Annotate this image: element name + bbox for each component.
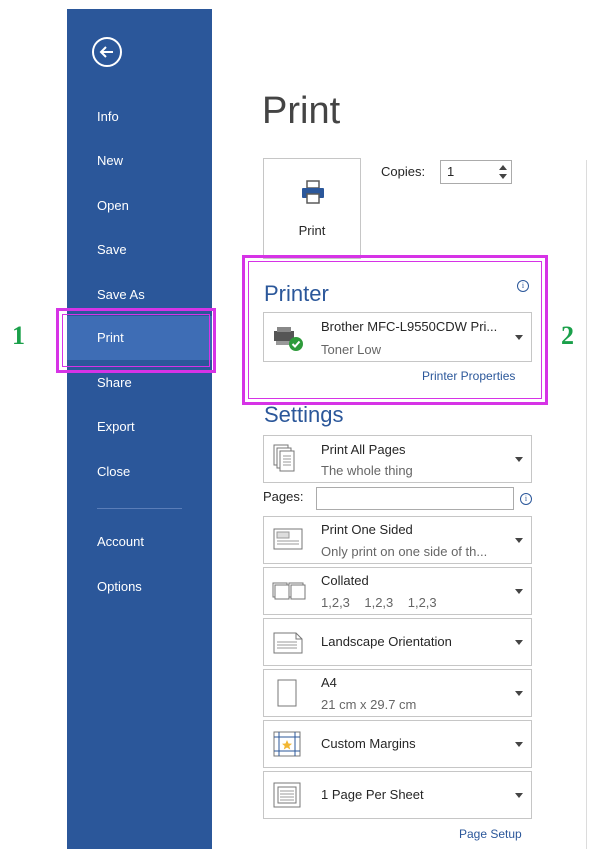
page-per-sheet-icon	[273, 782, 301, 808]
chevron-down-icon	[515, 457, 523, 462]
paper-size-title: A4	[321, 675, 337, 690]
print-range-title: Print All Pages	[321, 442, 406, 457]
pages-label: Pages:	[263, 489, 304, 504]
printer-ready-icon	[274, 327, 303, 351]
print-button[interactable]: Print	[263, 158, 361, 259]
callout-number-1: 1	[12, 321, 25, 350]
pages-per-sheet-dropdown[interactable]: 1 Page Per Sheet	[263, 771, 532, 819]
copies-value: 1	[447, 164, 455, 179]
pages-per-sheet-title: 1 Page Per Sheet	[321, 787, 424, 802]
margins-title: Custom Margins	[321, 736, 416, 751]
orientation-title: Landscape Orientation	[321, 634, 452, 649]
panel-divider	[586, 160, 587, 849]
printer-status: Toner Low	[321, 342, 381, 357]
sides-subtitle: Only print on one side of th...	[321, 544, 488, 559]
sides-dropdown[interactable]: Print One Sided Only print on one side o…	[263, 516, 532, 564]
one-sided-icon	[273, 528, 303, 550]
collation-subtitle: 1,2,3 1,2,3 1,2,3	[321, 595, 437, 610]
pages-stack-icon	[273, 444, 295, 472]
sidebar-item-export[interactable]: Export	[67, 405, 212, 449]
printer-name: Brother MFC-L9550CDW Pri...	[321, 319, 498, 334]
spinner-arrows-icon[interactable]	[498, 163, 508, 181]
copies-label: Copies:	[381, 164, 426, 179]
sidebar-item-print[interactable]: Print	[67, 316, 212, 360]
collation-dropdown[interactable]: Collated 1,2,3 1,2,3 1,2,3	[263, 567, 532, 615]
chevron-down-icon	[515, 793, 523, 798]
sidebar-item-open[interactable]: Open	[67, 184, 212, 228]
chevron-down-icon	[515, 742, 523, 747]
paper-size-dropdown[interactable]: A4 21 cm x 29.7 cm	[263, 669, 532, 717]
copies-stepper[interactable]: 1	[440, 160, 512, 184]
collation-title: Collated	[321, 573, 369, 588]
sidebar-item-account[interactable]: Account	[67, 520, 212, 564]
custom-margins-icon	[273, 731, 301, 757]
settings-section-title: Settings	[264, 402, 344, 427]
chevron-down-icon	[515, 335, 523, 340]
page-setup-link[interactable]: Page Setup	[459, 827, 522, 841]
print-button-label: Print	[298, 223, 326, 238]
collated-icon	[272, 582, 306, 600]
chevron-down-icon	[515, 538, 523, 543]
sidebar-item-options[interactable]: Options	[67, 565, 212, 609]
print-range-dropdown[interactable]: Print All Pages The whole thing	[263, 435, 532, 483]
portrait-page-icon	[277, 679, 297, 707]
landscape-page-icon	[273, 632, 303, 654]
backstage-sidebar: Info New Open Save Save As Print Share E…	[67, 9, 212, 849]
paper-size-subtitle: 21 cm x 29.7 cm	[321, 697, 417, 712]
chevron-down-icon	[515, 640, 523, 645]
printer-properties-link[interactable]: Printer Properties	[422, 369, 515, 383]
printer-section-title: Printer	[264, 281, 329, 306]
sidebar-item-save-as[interactable]: Save As	[67, 273, 212, 317]
chevron-down-icon	[515, 691, 523, 696]
sidebar-divider	[97, 508, 182, 509]
sidebar-item-new[interactable]: New	[67, 139, 212, 183]
chevron-down-icon	[515, 589, 523, 594]
printer-icon	[302, 180, 324, 204]
sidebar-item-info[interactable]: Info	[67, 95, 212, 139]
page-title: Print	[262, 90, 341, 132]
printer-dropdown[interactable]: Brother MFC-L9550CDW Pri... Toner Low	[263, 312, 532, 362]
pages-info-icon[interactable]: i	[520, 493, 532, 505]
pages-input[interactable]	[316, 487, 514, 510]
sidebar-item-share[interactable]: Share	[67, 361, 212, 405]
sidebar-item-close[interactable]: Close	[67, 450, 212, 494]
printer-info-icon[interactable]: i	[517, 280, 529, 292]
margins-dropdown[interactable]: Custom Margins	[263, 720, 532, 768]
back-arrow-icon[interactable]	[92, 37, 122, 67]
sidebar-item-save[interactable]: Save	[67, 228, 212, 272]
callout-number-2: 2	[561, 321, 574, 350]
print-range-subtitle: The whole thing	[321, 463, 413, 478]
sides-title: Print One Sided	[321, 522, 413, 537]
orientation-dropdown[interactable]: Landscape Orientation	[263, 618, 532, 666]
